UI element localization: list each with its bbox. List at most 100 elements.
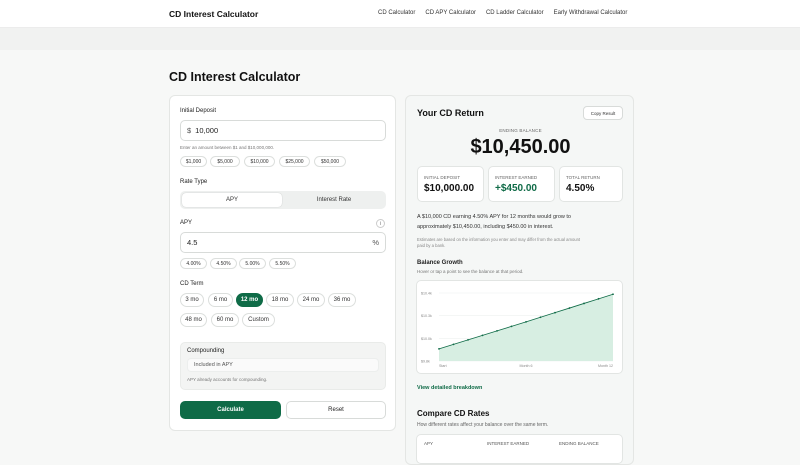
data-point: [568, 307, 571, 309]
balance-growth-chart[interactable]: $9.8k $10.0k $10.3k $10.4k Start Month 6 Month…: [416, 280, 623, 374]
stat-value: +$450.00: [495, 183, 537, 194]
data-point: [612, 293, 614, 296]
balance-growth-svg: $9.8k $10.0k $10.3k $10.4k Start Month 6 Month…: [421, 292, 614, 368]
stat-label: INTEREST EARNED: [495, 175, 538, 180]
compare-table: APY INTEREST EARNED ENDING BALANCE: [416, 434, 623, 464]
results-panel: Your CD Return Copy Result ENDING BALANC…: [405, 95, 634, 465]
term-label: CD Term: [180, 281, 204, 287]
deposit-value: 10,000: [195, 126, 219, 135]
view-breakdown-link[interactable]: View detailed breakdown: [417, 385, 482, 391]
rate-label: APY: [180, 220, 193, 226]
deposit-chip-5000[interactable]: $5,000: [210, 156, 240, 167]
term-36-mo[interactable]: 36 mo: [328, 293, 356, 307]
data-point: [525, 321, 527, 323]
summary-line-2: approximately $10,450.00, including $450…: [417, 224, 554, 230]
page-title: CD Interest Calculator: [169, 70, 301, 84]
growth-title: Balance Growth: [417, 260, 463, 266]
ending-balance-value: $10,450.00: [470, 136, 571, 158]
data-point: [452, 343, 455, 346]
compare-subtitle: How different rates affect your balance …: [417, 422, 549, 428]
stat-label: TOTAL RETURN: [566, 175, 600, 180]
term-6-mo[interactable]: 6 mo: [208, 293, 233, 307]
disclaimer: Estimates are based on the information y…: [417, 237, 580, 249]
data-point: [510, 325, 513, 328]
calculate-button[interactable]: Calculate: [180, 401, 281, 419]
info-icon[interactable]: i: [376, 219, 385, 228]
data-point: [467, 338, 469, 341]
deposit-label: Initial Deposit: [180, 108, 217, 114]
rate-type-apy[interactable]: APY: [182, 193, 282, 207]
rate-chip-4-5[interactable]: 4.50%: [210, 258, 237, 269]
compounding-label: Compounding: [187, 348, 225, 354]
calculator-form: Initial Deposit $ 10,000 Enter an amount…: [169, 95, 396, 431]
rate-type-toggle: APY Interest Rate: [180, 191, 386, 209]
data-point: [583, 302, 585, 305]
balance-area: [439, 294, 613, 361]
col-ending-balance: ENDING BALANCE: [559, 441, 599, 446]
top-navigation: CD Interest Calculator CD Calculator CD …: [0, 0, 800, 28]
data-point: [539, 316, 542, 319]
disclaimer-line-2: paid by a bank.: [417, 243, 446, 248]
stat-value: 4.50%: [566, 183, 595, 194]
data-point: [597, 297, 600, 300]
results-title: Your CD Return: [417, 108, 484, 118]
copy-result-button[interactable]: Copy Result: [583, 106, 623, 120]
percent-suffix: %: [372, 238, 379, 247]
compounding-note: APY already accounts for compounding.: [187, 377, 268, 382]
rate-chip-4[interactable]: 4.00%: [180, 258, 207, 269]
stat-value: $10,000.00: [424, 183, 475, 194]
stat-interest-earned: INTEREST EARNED +$450.00: [488, 166, 555, 202]
nav-cd-apy-calculator[interactable]: CD APY Calculator: [425, 10, 476, 16]
col-apy: APY: [424, 441, 434, 446]
y-tick-label: $9.8k: [421, 360, 430, 364]
deposit-chip-50000[interactable]: $50,000: [314, 156, 346, 167]
deposit-input[interactable]: $ 10,000: [180, 120, 386, 141]
dollar-prefix: $: [187, 126, 192, 135]
term-18-mo[interactable]: 18 mo: [266, 293, 294, 307]
stat-total-return: TOTAL RETURN 4.50%: [559, 166, 623, 202]
deposit-chip-10000[interactable]: $10,000: [244, 156, 275, 167]
rate-type-interest-rate[interactable]: Interest Rate: [284, 193, 384, 207]
compare-title: Compare CD Rates: [417, 409, 490, 418]
term-custom[interactable]: Custom: [242, 313, 275, 327]
stat-label: INITIAL DEPOSIT: [424, 175, 461, 180]
data-point: [496, 329, 498, 332]
term-48-mo[interactable]: 48 mo: [180, 313, 207, 327]
data-point: [481, 334, 484, 337]
rate-value: 4.5: [187, 238, 198, 247]
nav-early-withdrawal-calculator[interactable]: Early Withdrawal Calculator: [554, 10, 628, 16]
col-interest-earned: INTEREST EARNED: [487, 441, 530, 446]
nav-cd-calculator[interactable]: CD Calculator: [378, 10, 415, 16]
reset-button[interactable]: Reset: [286, 401, 386, 419]
ending-balance-label: ENDING BALANCE: [499, 128, 542, 133]
hero-band: [0, 28, 800, 50]
y-tick-label: $10.3k: [421, 314, 432, 318]
nav-links: CD Calculator CD APY Calculator CD Ladde…: [378, 10, 627, 16]
deposit-hint: Enter an amount between $1 and $10,000,0…: [180, 145, 275, 150]
brand-logo[interactable]: CD Interest Calculator: [169, 9, 258, 19]
nav-cd-ladder-calculator[interactable]: CD Ladder Calculator: [486, 10, 544, 16]
rate-chip-5[interactable]: 5.00%: [239, 258, 266, 269]
term-24-mo[interactable]: 24 mo: [297, 293, 325, 307]
x-tick-label: Start: [439, 364, 447, 368]
x-tick-label: Month 12: [598, 364, 613, 368]
data-point: [554, 311, 556, 314]
x-tick-label: Month 6: [520, 364, 533, 368]
deposit-chip-1000[interactable]: $1,000: [180, 156, 207, 167]
deposit-chip-25000[interactable]: $25,000: [279, 156, 310, 167]
compounding-panel: Compounding Included in APY APY already …: [180, 342, 386, 390]
growth-subtitle: Hover or tap a point to see the balance …: [417, 269, 524, 274]
rate-chip-5-5[interactable]: 5.50%: [269, 258, 296, 269]
term-12-mo[interactable]: 12 mo: [236, 293, 263, 307]
summary-line-1: A $10,000 CD earning 4.50% APY for 12 mo…: [417, 214, 571, 220]
y-tick-label: $10.0k: [421, 337, 432, 341]
y-tick-label: $10.4k: [421, 292, 432, 296]
rate-type-label: Rate Type: [180, 179, 208, 185]
data-point: [438, 347, 440, 350]
term-60-mo[interactable]: 60 mo: [211, 313, 239, 327]
compounding-select[interactable]: Included in APY: [187, 358, 379, 372]
result-summary: A $10,000 CD earning 4.50% APY for 12 mo…: [417, 212, 571, 232]
stat-initial-deposit: INITIAL DEPOSIT $10,000.00: [417, 166, 484, 202]
term-3-mo[interactable]: 3 mo: [180, 293, 204, 307]
rate-input[interactable]: 4.5 %: [180, 232, 386, 253]
